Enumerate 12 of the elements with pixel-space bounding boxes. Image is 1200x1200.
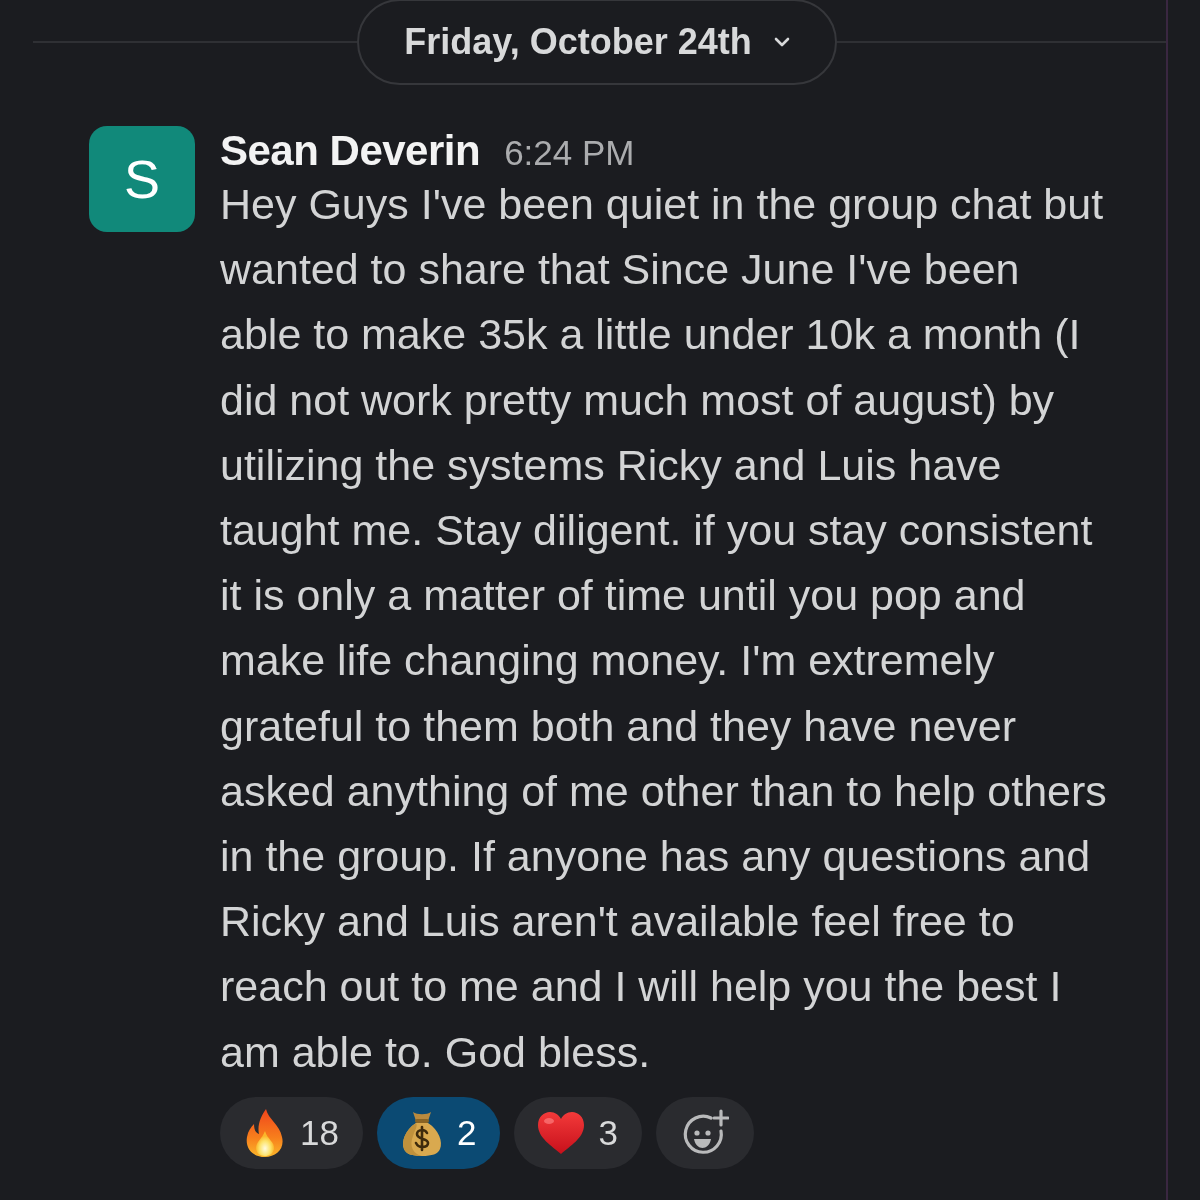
money-bag-icon <box>400 1109 443 1156</box>
chevron-down-icon <box>773 37 790 47</box>
reaction-pill[interactable]: 2 <box>376 1096 501 1169</box>
reaction-pill[interactable]: 3 <box>514 1096 642 1169</box>
fire-icon <box>244 1108 286 1157</box>
date-divider-button[interactable]: Friday, October 24th <box>357 0 837 85</box>
message-text: Hey Guys I've been quiet in the group chat but wanted to share that Since June I've been able to make 35k a little under 10k a month (I did not work pretty much most of august) by utilizing the systems Ricky and Luis have taught me. Stay diligent. if you stay consistent it is only a matter of time until you pop and make life changing money. I'm extremely grateful to them both and they have never asked anything of me other than to help others in the group. If anyone has any questions and Ricky and Luis aren't available feel free to reach out to me and I will help you the best I am able to. God bless. <box>220 179 1108 1078</box>
avatar[interactable]: S <box>89 126 195 232</box>
heart-icon <box>538 1111 585 1154</box>
message-time[interactable]: 6:24 PM <box>504 128 635 178</box>
reaction-pill[interactable]: 18 <box>220 1096 363 1169</box>
author-name[interactable]: Sean Deverin <box>220 126 481 176</box>
